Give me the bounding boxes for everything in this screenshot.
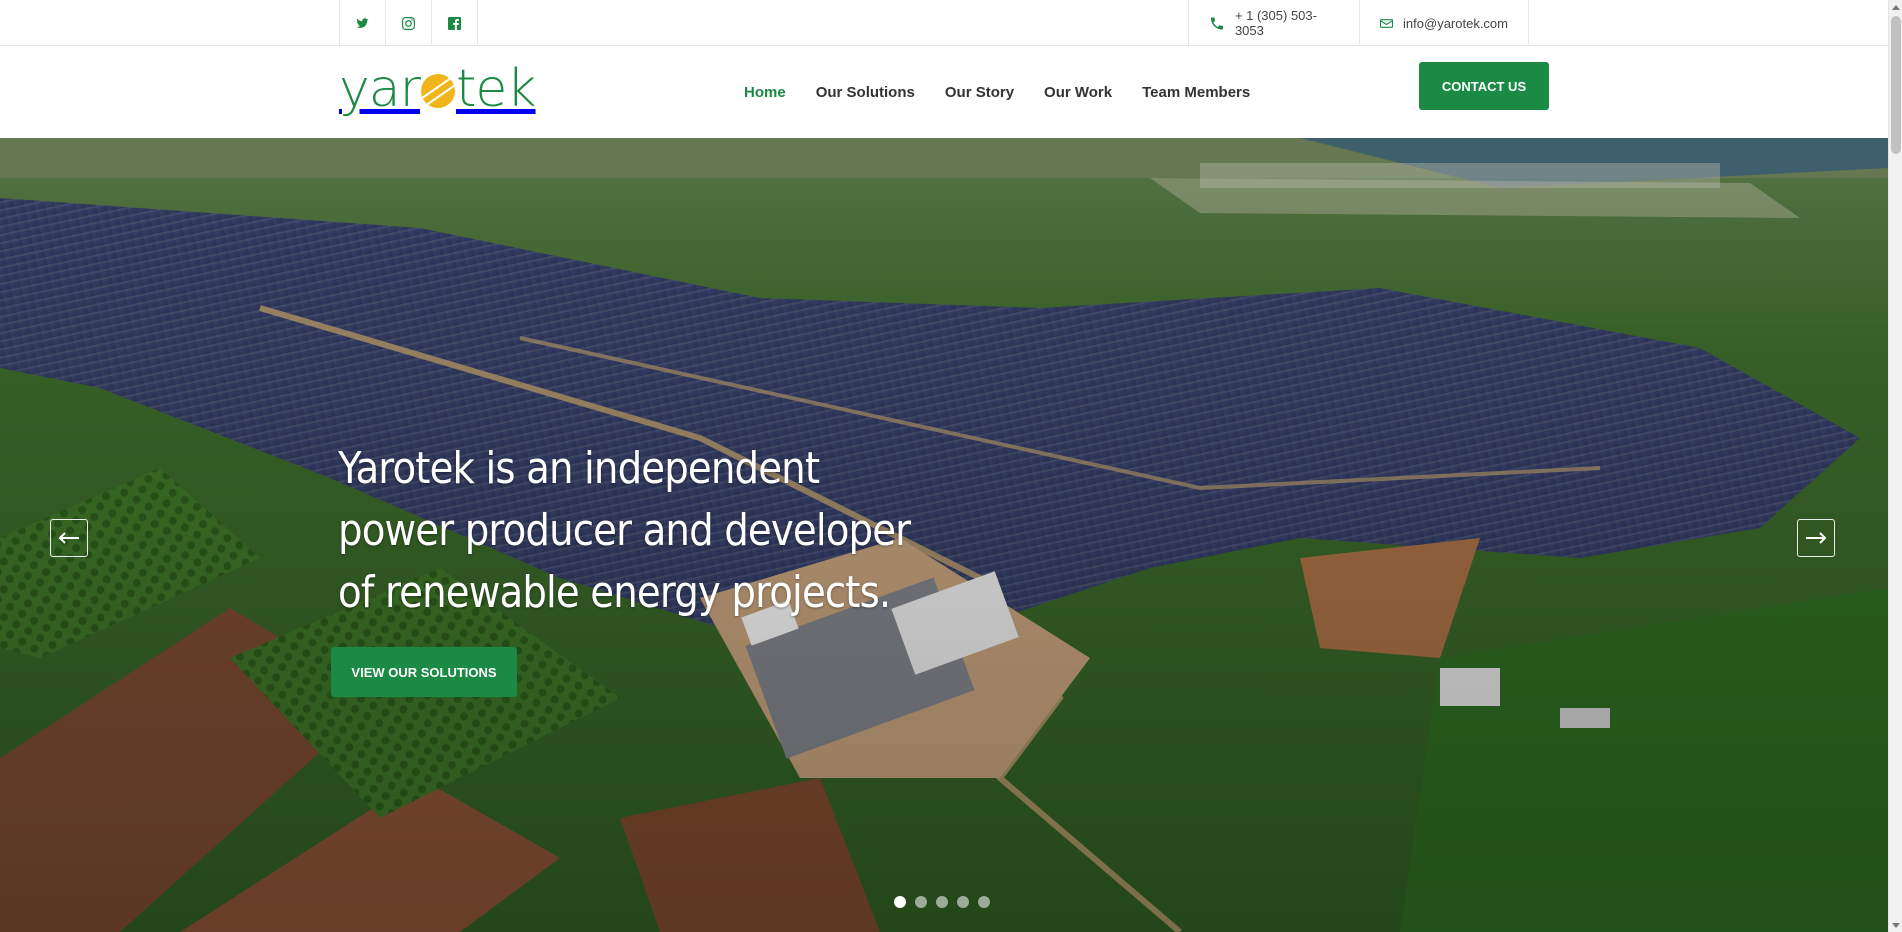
email-contact[interactable]: info@yarotek.com (1360, 0, 1529, 46)
phone-icon (1210, 17, 1223, 29)
slider-next-button[interactable] (1797, 519, 1835, 557)
envelope-icon (1380, 18, 1394, 28)
email-address: info@yarotek.com (1403, 15, 1508, 31)
logo-wordmark: yar tek (339, 59, 537, 119)
slider-pagination (894, 896, 990, 908)
scroll-up-arrow-icon[interactable] (1889, 0, 1902, 14)
contact-info: + 1 (305) 503-3053 info@yarotek.com (1188, 0, 1529, 46)
slider-prev-button[interactable] (50, 519, 88, 557)
top-bar: + 1 (305) 503-3053 info@yarotek.com (0, 0, 1888, 46)
slider-dot-2[interactable] (915, 896, 927, 908)
scroll-down-arrow-icon[interactable] (1889, 918, 1902, 932)
main-nav: Home Our Solutions Our Story Our Work Te… (729, 46, 1265, 138)
twitter-link[interactable] (340, 0, 386, 46)
instagram-icon (402, 16, 415, 30)
nav-home[interactable]: Home (729, 84, 801, 101)
hero-title: Yarotek is an independent power producer… (338, 443, 911, 618)
slider-dot-4[interactable] (957, 896, 969, 908)
sun-logo-icon (421, 74, 456, 108)
facebook-icon (448, 16, 461, 30)
twitter-icon (356, 17, 369, 28)
instagram-link[interactable] (386, 0, 432, 46)
main-header: yar tek Home Our Solutions Our Story Our … (0, 46, 1888, 138)
arrow-left-icon (58, 532, 79, 544)
phone-number: + 1 (305) 503-3053 (1234, 8, 1317, 38)
view-solutions-button[interactable]: VIEW OUR SOLUTIONS (331, 647, 517, 697)
social-links (339, 0, 478, 46)
vertical-scrollbar[interactable] (1888, 0, 1902, 932)
nav-team-members[interactable]: Team Members (1127, 84, 1265, 101)
scrollbar-thumb[interactable] (1891, 16, 1901, 154)
yarotek-logo[interactable]: yar tek (339, 60, 539, 118)
nav-our-story[interactable]: Our Story (930, 84, 1029, 101)
slider-dot-5[interactable] (978, 896, 990, 908)
facebook-link[interactable] (432, 0, 478, 46)
nav-our-work[interactable]: Our Work (1029, 84, 1127, 101)
hero-slider: Yarotek is an independent power producer… (0, 138, 1888, 932)
arrow-right-icon (1806, 532, 1827, 544)
nav-our-solutions[interactable]: Our Solutions (801, 84, 930, 101)
slider-dot-1[interactable] (894, 896, 906, 908)
hero-background-image (0, 138, 1888, 932)
contact-us-button[interactable]: CONTACT US (1419, 62, 1549, 110)
phone-contact[interactable]: + 1 (305) 503-3053 (1189, 0, 1360, 46)
slider-dot-3[interactable] (936, 896, 948, 908)
